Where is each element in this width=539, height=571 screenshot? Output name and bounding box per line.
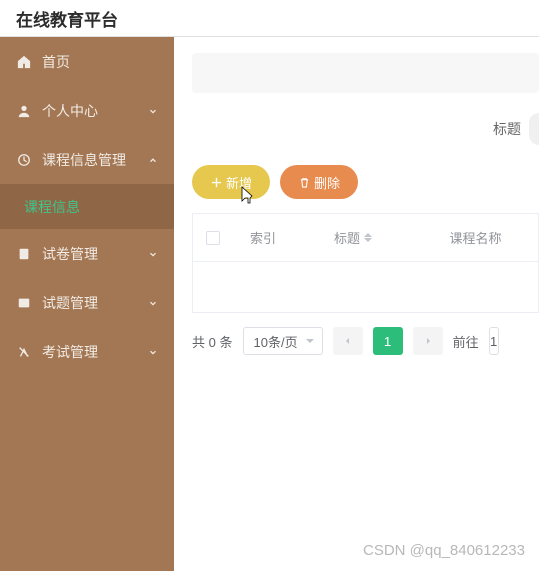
main-container: 首页 个人中心 课程信息管理 课程信息 [0,37,539,571]
prev-page-button[interactable] [333,327,363,355]
chevron-down-icon [148,344,158,360]
jump-input[interactable] [489,327,499,355]
chevron-down-icon [148,246,158,262]
sidebar-item-course-info[interactable]: 课程信息 [0,184,174,229]
search-row: 标题 [192,113,539,145]
delete-button[interactable]: 删除 [280,165,358,199]
watermark: CSDN @qq_840612233 [363,542,525,559]
table-header: 索引 标题 课程名称 [193,214,538,262]
sidebar-item-home[interactable]: 首页 [0,37,174,86]
chevron-up-icon [148,152,158,168]
action-row: 新增 删除 [192,165,539,199]
main-content: 标题 新增 删除 索引 [174,37,539,571]
sidebar-item-label: 试题管理 [42,293,148,313]
add-button-label: 新增 [226,173,252,192]
user-icon [16,103,32,119]
question-icon [16,295,32,311]
chevron-down-icon [148,295,158,311]
th-title[interactable]: 标题 [293,228,413,247]
home-icon [16,54,32,70]
search-label: 标题 [493,119,521,139]
breadcrumb [192,53,539,93]
sidebar-item-question-mgmt[interactable]: 试题管理 [0,278,174,327]
clock-icon [16,152,32,168]
th-course-name[interactable]: 课程名称 [413,228,538,247]
sort-icon[interactable] [364,229,372,246]
data-table: 索引 标题 课程名称 [192,213,539,313]
add-button[interactable]: 新增 [192,165,270,199]
sidebar-item-label: 考试管理 [42,342,148,362]
app-title: 在线教育平台 [16,6,118,31]
paper-icon [16,246,32,262]
sidebar-item-label: 首页 [42,52,158,72]
delete-button-label: 删除 [314,173,340,192]
exam-icon [16,344,32,360]
plus-icon [210,176,222,188]
next-page-button[interactable] [413,327,443,355]
sidebar-item-profile[interactable]: 个人中心 [0,86,174,135]
chevron-down-icon [148,103,158,119]
th-index[interactable]: 索引 [233,228,293,247]
trash-icon [298,176,310,188]
sidebar: 首页 个人中心 课程信息管理 课程信息 [0,37,174,571]
total-text: 共 0 条 [192,332,233,351]
pagination: 共 0 条 10条/页 1 前往 [192,327,539,355]
sidebar-item-course-mgmt[interactable]: 课程信息管理 [0,135,174,184]
th-checkbox[interactable] [193,231,233,245]
sidebar-item-paper-mgmt[interactable]: 试卷管理 [0,229,174,278]
select-all-checkbox[interactable] [206,231,220,245]
page-number-button[interactable]: 1 [373,327,403,355]
jump-label: 前往 [453,332,479,351]
search-input[interactable] [529,113,539,145]
sidebar-item-label: 课程信息 [24,197,158,217]
sidebar-item-label: 试卷管理 [42,244,148,264]
sidebar-item-exam-mgmt[interactable]: 考试管理 [0,327,174,376]
sidebar-item-label: 个人中心 [42,101,148,121]
app-header: 在线教育平台 [0,0,539,37]
page-size-select[interactable]: 10条/页 [243,327,323,355]
table-body [193,262,538,312]
sidebar-item-label: 课程信息管理 [42,150,148,170]
